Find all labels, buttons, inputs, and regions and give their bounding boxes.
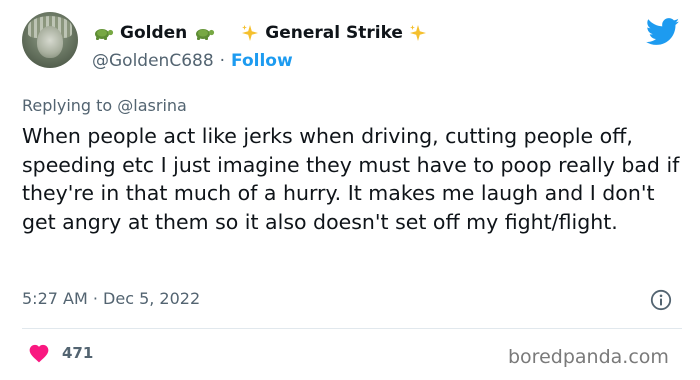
tweet-card: Golden General Strike @GoldenC688 · Foll… xyxy=(0,0,700,380)
sparkles-icon xyxy=(242,25,259,41)
reply-mention-link[interactable]: @lasrina xyxy=(117,96,187,115)
display-name-row[interactable]: Golden General Strike xyxy=(92,20,427,46)
replying-to: Replying to @lasrina xyxy=(22,96,187,115)
display-name-part2: General Strike xyxy=(265,23,403,43)
twitter-bird-icon[interactable] xyxy=(646,18,680,46)
turtle-icon xyxy=(95,29,114,40)
handle-row: @GoldenC688 · Follow xyxy=(92,50,293,72)
display-name-part1: Golden xyxy=(120,23,188,43)
turtle-icon xyxy=(196,29,215,40)
like-button[interactable]: 471 xyxy=(28,342,93,364)
replying-to-prefix: Replying to xyxy=(22,96,113,115)
follow-button[interactable]: Follow xyxy=(231,51,293,71)
like-count: 471 xyxy=(62,344,94,362)
heart-icon xyxy=(29,344,49,363)
tweet-text: When people act like jerks when driving,… xyxy=(22,124,680,234)
separator-dot: · xyxy=(219,51,226,71)
avatar[interactable] xyxy=(22,12,78,68)
sparkles-icon xyxy=(409,25,426,41)
user-handle[interactable]: @GoldenC688 xyxy=(92,51,214,71)
avatar-face xyxy=(37,26,63,58)
tweet-timestamp[interactable]: 5:27 AM · Dec 5, 2022 xyxy=(22,289,200,308)
watermark: boredpanda.com xyxy=(508,346,669,368)
divider xyxy=(22,328,682,329)
info-icon[interactable] xyxy=(650,289,672,311)
